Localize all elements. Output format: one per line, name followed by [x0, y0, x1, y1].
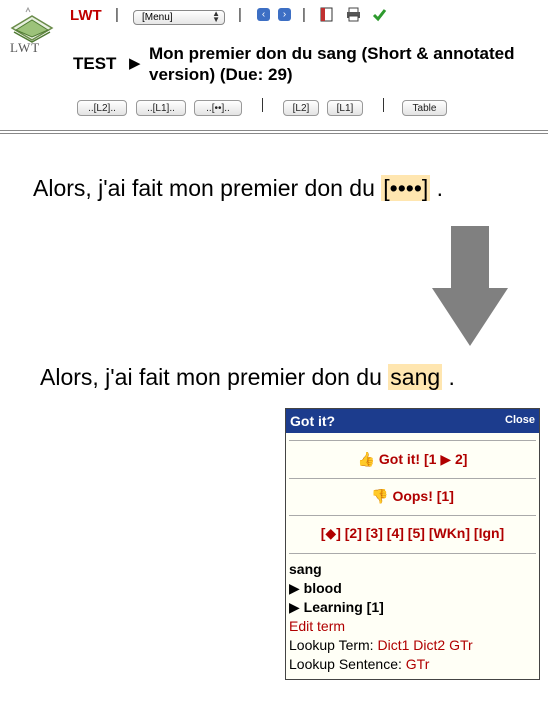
next-icon[interactable]: ›	[278, 8, 291, 21]
test-l2-short-button[interactable]: [L2]	[283, 100, 319, 116]
table-button[interactable]: Table	[402, 100, 447, 116]
popup-title: Got it?	[290, 413, 336, 429]
status-option[interactable]: [Ign]	[474, 525, 504, 541]
oops-button[interactable]: 👎 Oops! [1]	[289, 488, 536, 505]
separator	[262, 98, 263, 112]
sentence-text: Alors, j'ai fait mon premier don du	[33, 175, 375, 201]
got-it-label: Got it! [1 ▶ 2]	[378, 451, 468, 467]
got-it-button[interactable]: 👍 Got it! [1 ▶ 2]	[289, 451, 536, 468]
play-arrow-icon: ▶	[129, 55, 141, 72]
term-text: sang	[289, 561, 322, 577]
divider	[289, 478, 536, 479]
status-option[interactable]: [2]	[345, 525, 362, 541]
status-option[interactable]: [5]	[408, 525, 425, 541]
edit-term-link[interactable]: Edit term	[289, 617, 473, 636]
app-name[interactable]: LWT	[70, 7, 102, 24]
dict2-link[interactable]: Dict2	[413, 637, 445, 653]
checkmark-icon[interactable]	[372, 7, 387, 22]
revealed-word[interactable]: sang	[388, 364, 443, 390]
book-icon[interactable]	[320, 7, 334, 22]
menu-select-value: [Menu]	[142, 12, 173, 23]
separator	[383, 98, 384, 112]
lookup-term-row: Lookup Term: Dict1 Dict2 GTr	[289, 636, 473, 655]
lookup-term-label: Lookup Term:	[289, 637, 374, 653]
status-option[interactable]: [3]	[366, 525, 383, 541]
term-status: ▶ Learning [1]	[289, 599, 384, 615]
status-option[interactable]: [4]	[387, 525, 404, 541]
test-l2-button[interactable]: ..[L2]..	[77, 100, 127, 116]
logo-text: LWT	[10, 40, 41, 55]
sentence-text: Alors, j'ai fait mon premier don du	[40, 364, 382, 390]
menu-select[interactable]: [Menu] ▲ ▼	[133, 10, 225, 25]
test-l1-short-button[interactable]: [L1]	[327, 100, 363, 116]
popup-header: Got it? Close	[286, 409, 539, 433]
print-icon[interactable]	[346, 7, 361, 22]
sentence-gtr-link[interactable]: GTr	[406, 656, 430, 672]
sentence-end: .	[436, 175, 444, 201]
page-title: Mon premier don du sang (Short & annotat…	[149, 44, 515, 84]
test-label: TEST	[73, 54, 117, 73]
thumbs-up-icon: 👍	[357, 451, 375, 467]
test-l1-button[interactable]: ..[L1]..	[136, 100, 186, 116]
separator: |	[302, 6, 306, 23]
got-it-popup: Got it? Close 👍 Got it! [1 ▶ 2] 👎 Oops! …	[285, 408, 540, 680]
previous-icon[interactable]: ‹	[257, 8, 270, 21]
header: LWT LWT | [Menu] ▲ ▼ | ‹ › | TEST ▶ Mon p…	[0, 0, 548, 130]
dict1-link[interactable]: Dict1	[377, 637, 409, 653]
thumbs-down-icon: 👎	[371, 488, 389, 504]
status-options: [◆] [2] [3] [4] [5] [WKn] [Ign]	[289, 525, 536, 542]
divider	[289, 553, 536, 554]
term-translation: ▶ blood	[289, 580, 342, 596]
test-sentence-after: Alors, j'ai fait mon premier don du sang…	[40, 364, 455, 391]
status-option[interactable]: [WKn]	[429, 525, 470, 541]
status-option[interactable]: [◆]	[321, 525, 341, 541]
select-arrows-icon: ▲ ▼	[212, 9, 220, 24]
close-button[interactable]: Close	[505, 414, 535, 426]
divider	[289, 440, 536, 441]
term-details: sang ▶ blood ▶ Learning [1] Edit term Lo…	[289, 560, 473, 674]
gtr-link[interactable]: GTr	[449, 637, 473, 653]
separator: |	[238, 6, 242, 23]
separator: |	[115, 6, 119, 23]
test-blank-button[interactable]: ..[••]..	[194, 100, 242, 116]
oops-label: Oops! [1]	[392, 488, 454, 504]
divider	[0, 133, 548, 134]
lookup-sentence-row: Lookup Sentence: GTr	[289, 655, 473, 674]
blank-word[interactable]: [••••]	[381, 175, 431, 201]
lookup-sentence-label: Lookup Sentence:	[289, 656, 402, 672]
sentence-end: .	[448, 364, 455, 390]
down-arrow-icon	[432, 226, 508, 346]
divider	[0, 130, 548, 131]
test-sentence-before: Alors, j'ai fait mon premier don du [•••…	[33, 175, 443, 202]
divider	[289, 515, 536, 516]
